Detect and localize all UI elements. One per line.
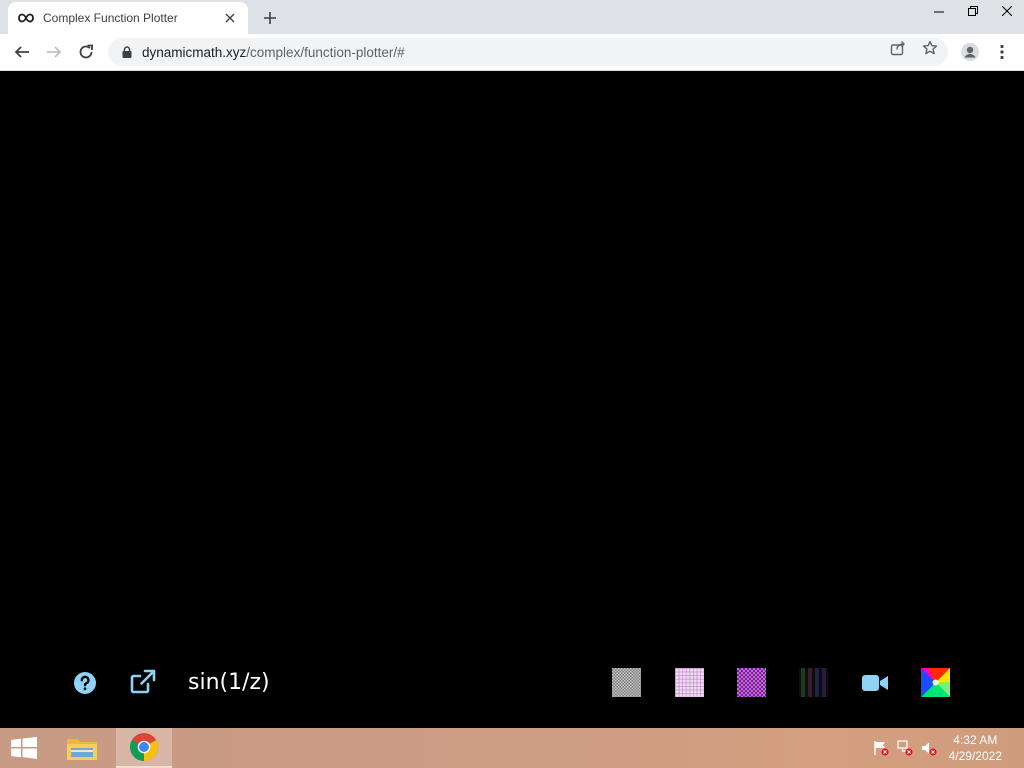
system-clock[interactable]: 4:32 AM 4/29/2022 bbox=[949, 732, 1002, 764]
forward-button[interactable] bbox=[40, 38, 68, 66]
address-bar[interactable]: dynamicmath.xyz/complex/function-plotter… bbox=[108, 38, 948, 66]
plot-canvas[interactable]: sin(1/z) bbox=[0, 71, 1024, 728]
close-tab-icon[interactable] bbox=[222, 10, 238, 26]
file-explorer-button[interactable] bbox=[58, 728, 106, 768]
open-external-button[interactable] bbox=[128, 668, 158, 696]
url-path: /complex/function-plotter/# bbox=[246, 44, 405, 60]
profile-icon bbox=[961, 43, 979, 61]
video-camera-icon bbox=[862, 674, 888, 691]
url-domain: dynamicmath.xyz bbox=[142, 44, 247, 60]
close-window-button[interactable] bbox=[990, 0, 1024, 22]
network-icon[interactable] bbox=[896, 738, 914, 758]
grid-pattern-swatch[interactable] bbox=[675, 668, 704, 697]
tab-strip: Complex Function Plotter bbox=[0, 0, 1024, 34]
stripes-pattern-swatch[interactable] bbox=[799, 668, 828, 697]
share-icon[interactable] bbox=[888, 38, 908, 58]
record-video-button[interactable] bbox=[860, 668, 890, 697]
star-icon[interactable] bbox=[920, 38, 940, 58]
action-center-flag-icon[interactable] bbox=[872, 738, 890, 758]
lock-icon bbox=[120, 45, 134, 59]
minimize-button[interactable] bbox=[922, 0, 956, 22]
arrow-right-icon bbox=[47, 46, 62, 58]
folder-icon bbox=[67, 739, 97, 760]
back-button[interactable] bbox=[8, 38, 36, 66]
infinity-icon bbox=[18, 10, 34, 26]
external-link-icon bbox=[130, 669, 156, 694]
arrow-left-icon bbox=[14, 46, 29, 58]
menu-button[interactable] bbox=[988, 38, 1016, 66]
color-wheel-swatch[interactable] bbox=[921, 668, 950, 697]
start-button[interactable] bbox=[0, 728, 48, 768]
checker-pattern-swatch[interactable] bbox=[612, 668, 641, 697]
new-tab-button[interactable] bbox=[258, 6, 282, 30]
chrome-icon bbox=[130, 733, 158, 761]
hex-pattern-swatch[interactable] bbox=[737, 668, 766, 697]
tab-title: Complex Function Plotter bbox=[43, 11, 178, 25]
function-formula[interactable]: sin(1/z) bbox=[188, 668, 270, 698]
volume-muted-icon[interactable] bbox=[920, 738, 938, 758]
url-text: dynamicmath.xyz/complex/function-plotter… bbox=[142, 45, 405, 60]
browser-tab[interactable]: Complex Function Plotter bbox=[8, 2, 248, 34]
question-circle-icon bbox=[74, 672, 96, 694]
omnibox-actions bbox=[888, 38, 940, 58]
clock-date: 4/29/2022 bbox=[948, 749, 1002, 763]
windows-logo-icon bbox=[11, 737, 37, 759]
more-vert-icon bbox=[1000, 44, 1004, 60]
clock-time: 4:32 AM bbox=[953, 733, 998, 747]
reload-button[interactable] bbox=[72, 38, 100, 66]
window-controls bbox=[922, 0, 1024, 22]
browser-toolbar: dynamicmath.xyz/complex/function-plotter… bbox=[0, 34, 1024, 71]
taskbar: 4:32 AM 4/29/2022 bbox=[0, 728, 1024, 768]
profile-button[interactable] bbox=[956, 38, 984, 66]
chrome-taskbar-button[interactable] bbox=[116, 728, 172, 768]
reload-icon bbox=[79, 44, 93, 59]
restore-button[interactable] bbox=[956, 0, 990, 22]
help-button[interactable] bbox=[72, 670, 98, 696]
